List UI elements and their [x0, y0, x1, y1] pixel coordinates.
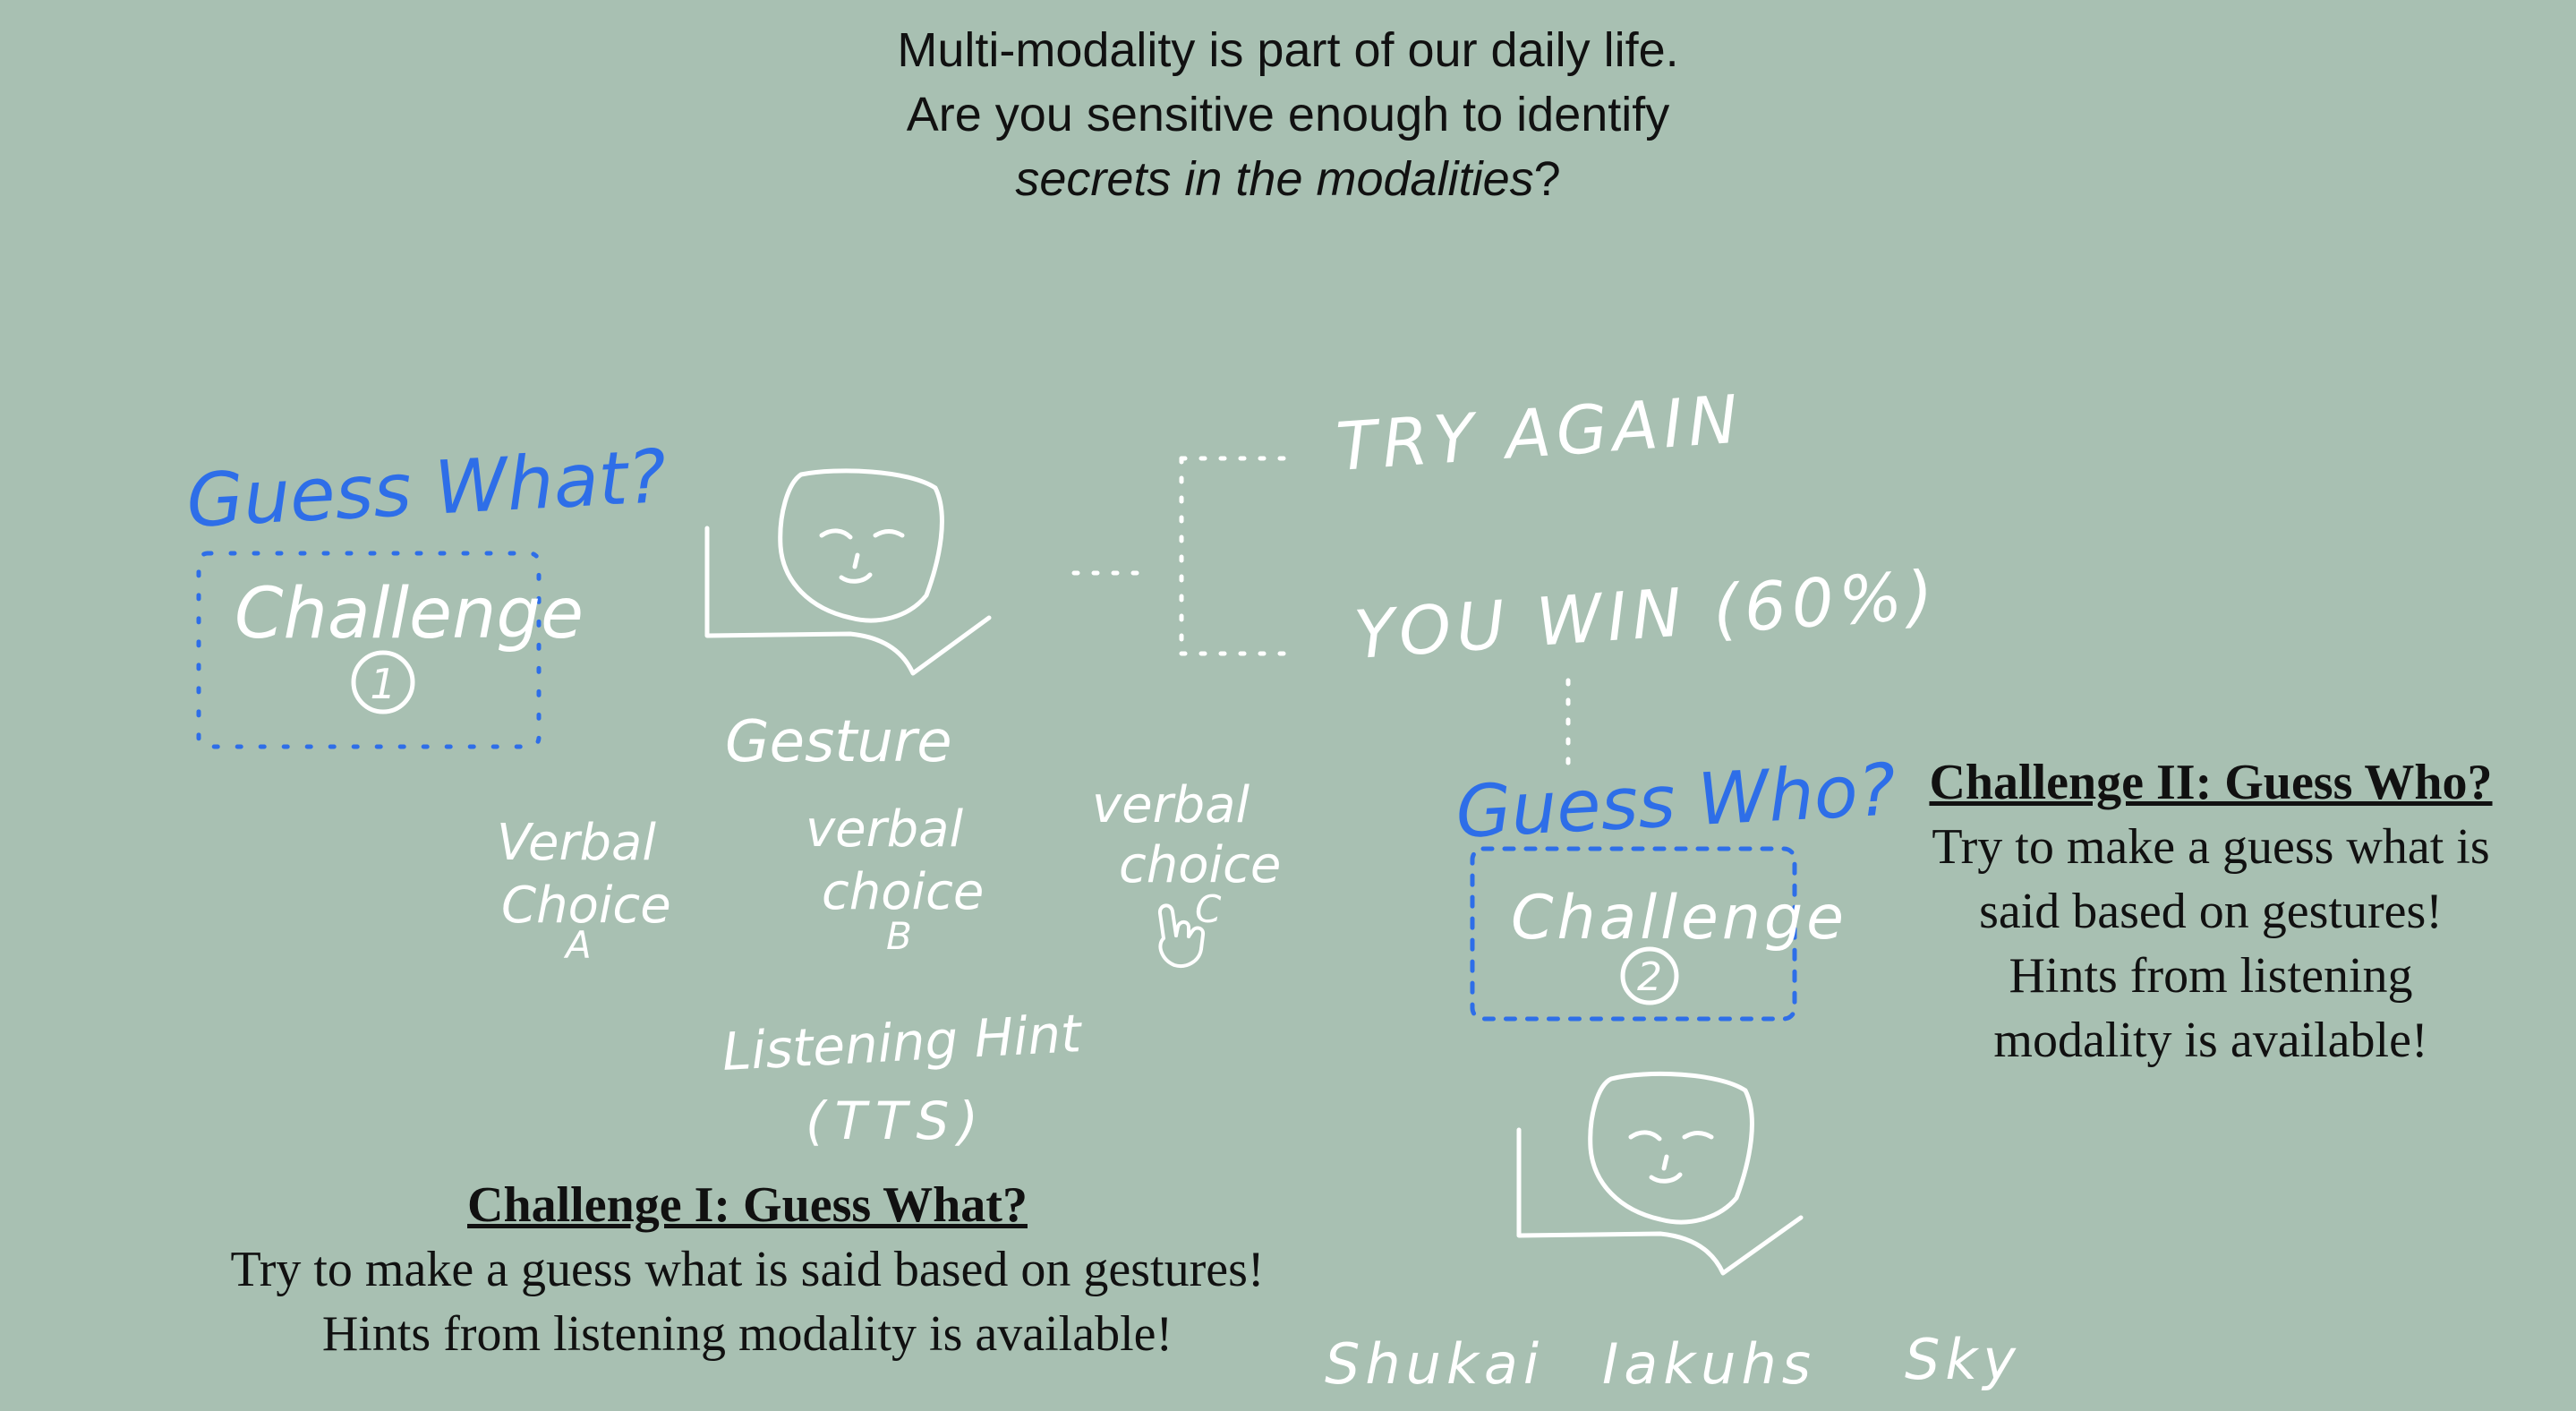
challenge-two-description: Challenge II: Guess Who? Try to make a g… [1844, 750, 2576, 1073]
guess-what-label: Guess What? [184, 434, 669, 544]
verbal-choice-c-line-1: verbal [1092, 776, 1250, 834]
challenge-two-line-3: Hints from listening [2009, 948, 2413, 1004]
verbal-choice-c-line-3: C [1195, 887, 1222, 931]
listening-hint-tts: (TTS) [806, 1090, 987, 1151]
gesture-figure-icon [704, 468, 992, 676]
name-sky: Sky [1905, 1327, 2021, 1392]
challenge-1-number: 1 [370, 660, 396, 708]
verbal-choice-c: verbal choice C [1092, 776, 1281, 931]
gesture-figure-2-icon [1516, 1071, 1804, 1276]
verbal-choice-b: verbal choice B [806, 800, 984, 958]
verbal-choice-a: Verbal Choice A [497, 814, 671, 967]
you-win-label: YOU WIN (60%) [1352, 557, 1941, 674]
challenge-one-line-2: Hints from listening modality is availab… [321, 1306, 1173, 1362]
challenge-two-line-1: Try to make a guess what is [1932, 819, 2490, 875]
challenge-two-line-4: modality is available! [1993, 1013, 2428, 1068]
name-iakuhs: Iakuhs [1602, 1331, 1816, 1397]
verbal-choice-b-line-1: verbal [806, 800, 963, 859]
verbal-choice-b-line-2: choice [822, 863, 984, 921]
try-again-label: TRY AGAIN [1334, 381, 1745, 486]
challenge-2-number: 2 [1637, 954, 1662, 1000]
verbal-choice-a-line-1: Verbal [497, 814, 656, 872]
verbal-choice-c-line-2: choice [1119, 836, 1281, 894]
challenge-1-label: Challenge [235, 574, 584, 654]
verbal-choice-b-line-3: B [886, 914, 912, 958]
guess-who-label: Guess Who? [1454, 748, 1898, 854]
challenge-one-title: Challenge I: Guess What? [467, 1177, 1028, 1233]
challenge-two-title: Challenge II: Guess Who? [1929, 755, 2493, 810]
verbal-choice-a-line-3: A [563, 923, 592, 967]
listening-hint-label: Listening Hint [721, 1003, 1084, 1082]
challenge-2-label: Challenge [1511, 883, 1847, 953]
challenge-one-line-1: Try to make a guess what is said based o… [230, 1242, 1265, 1297]
challenge-one-description: Challenge I: Guess What? Try to make a g… [81, 1173, 1414, 1366]
challenge-two-line-2: said based on gestures! [1979, 884, 2443, 939]
gesture-label: Gesture [725, 709, 952, 775]
